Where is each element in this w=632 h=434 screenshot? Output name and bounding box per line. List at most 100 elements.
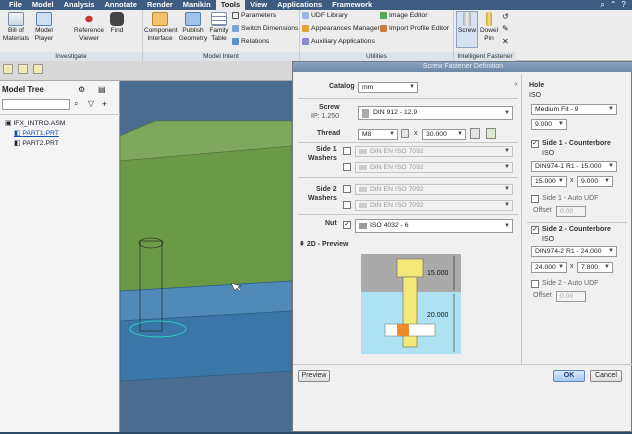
tree-tab-icon[interactable] bbox=[3, 64, 13, 74]
ribbon: Bill of Materials Model Player Reference… bbox=[0, 10, 632, 61]
cancel-button[interactable]: Cancel bbox=[590, 370, 622, 382]
side2-washer1-checkbox[interactable] bbox=[343, 185, 351, 193]
side1-depth-select[interactable]: 9.000 ▼ bbox=[577, 176, 613, 187]
side1-washer1-checkbox[interactable] bbox=[343, 147, 351, 155]
reference-viewer-button[interactable]: Reference Viewer bbox=[72, 12, 106, 42]
nut-checkbox[interactable]: ✓ bbox=[343, 221, 351, 229]
import-profile-editor-button[interactable]: Import Profile Editor bbox=[380, 25, 449, 32]
binoculars-search-icon[interactable]: ⌕ bbox=[74, 99, 78, 109]
screw-button[interactable]: Screw bbox=[456, 11, 478, 48]
preview-section-label[interactable]: ⇞ 2D - Preview bbox=[299, 240, 348, 248]
side1-offset-input[interactable]: 0.00 bbox=[556, 206, 586, 217]
model-tree-title: Model Tree bbox=[2, 85, 44, 94]
washer-icon bbox=[359, 187, 367, 192]
chevron-down-icon: ▼ bbox=[558, 264, 564, 270]
tab-framework[interactable]: Framework bbox=[327, 0, 377, 10]
thread-size-select[interactable]: M8 ▼ bbox=[358, 129, 398, 140]
side1-auto-udf-checkbox[interactable] bbox=[531, 195, 539, 203]
chevron-down-icon: ▼ bbox=[409, 84, 415, 90]
screw-type-icon bbox=[362, 109, 369, 118]
tab-view[interactable]: View bbox=[245, 0, 272, 10]
chevron-down-icon: ▼ bbox=[604, 264, 610, 270]
side1-times: x bbox=[570, 177, 574, 184]
catalog-select[interactable]: mm ▼ bbox=[358, 82, 418, 93]
minimize-ribbon-icon[interactable]: ⌃ bbox=[610, 0, 617, 10]
component-interface-button[interactable]: Component Interface bbox=[144, 12, 178, 42]
screw-select[interactable]: DIN 912 - 12.9 ▼ bbox=[358, 106, 513, 120]
search-icon[interactable]: ⌕ bbox=[600, 0, 604, 10]
edit-icon[interactable]: ✎ bbox=[502, 24, 509, 33]
chevron-down-icon: ▼ bbox=[504, 110, 510, 116]
side2-diameter-select[interactable]: 24.000 ▼ bbox=[531, 262, 567, 273]
delete-icon[interactable]: ✕ bbox=[502, 37, 509, 46]
relations-button[interactable]: Relations bbox=[232, 38, 269, 45]
folder-tab-icon[interactable] bbox=[17, 64, 28, 74]
side2-depth-select[interactable]: 7.800 ▼ bbox=[577, 262, 613, 273]
bill-of-materials-button[interactable]: Bill of Materials bbox=[2, 12, 30, 42]
redefine-icon[interactable]: ↺ bbox=[502, 12, 509, 21]
dim-20: 20.000 bbox=[427, 312, 449, 319]
side1-washer1-select[interactable]: DIN EN ISO 7092 ▼ bbox=[355, 146, 513, 157]
bom-icon bbox=[8, 12, 24, 26]
favorites-tab-icon[interactable] bbox=[32, 64, 43, 74]
appearances-manager-button[interactable]: Appearances Manager bbox=[302, 25, 380, 32]
ok-button[interactable]: OK bbox=[553, 370, 585, 382]
image-editor-icon bbox=[380, 12, 387, 19]
parameters-button[interactable]: Parameters bbox=[232, 12, 276, 19]
side1-counterbore-select[interactable]: DIN974-1 R1 - 15.000 ▼ bbox=[531, 161, 617, 172]
tab-analysis[interactable]: Analysis bbox=[59, 0, 100, 10]
find-button[interactable]: Find bbox=[107, 12, 127, 35]
family-table-button[interactable]: Family Table bbox=[209, 12, 229, 42]
washer-icon bbox=[359, 149, 367, 154]
help-icon[interactable]: ? bbox=[622, 0, 626, 10]
add-icon[interactable]: + bbox=[102, 99, 107, 109]
length-adjust-icon[interactable] bbox=[470, 128, 480, 139]
collapse-right-icon[interactable]: « bbox=[514, 81, 518, 88]
tab-manikin[interactable]: Manikin bbox=[178, 0, 216, 10]
dowel-pin-button[interactable]: Dowel Pin bbox=[479, 12, 499, 42]
side2-offset-input[interactable]: 0.00 bbox=[556, 291, 586, 302]
side2-auto-udf-checkbox[interactable] bbox=[531, 280, 539, 288]
side1-diameter-select[interactable]: 15.000 ▼ bbox=[531, 176, 567, 187]
filter-icon[interactable]: ▽ bbox=[88, 99, 94, 108]
side2-washer2-checkbox[interactable] bbox=[343, 201, 351, 209]
tab-render[interactable]: Render bbox=[142, 0, 178, 10]
tree-item-part2[interactable]: ◧ PART2.PRT bbox=[14, 139, 59, 147]
tree-settings-icon[interactable]: ⚙ bbox=[78, 85, 85, 94]
side2-washer1-select[interactable]: DIN EN ISO 7092 ▼ bbox=[355, 184, 513, 195]
image-editor-button[interactable]: Image Editor bbox=[380, 12, 428, 19]
side1-washer2-checkbox[interactable] bbox=[343, 163, 351, 171]
switch-dimensions-button[interactable]: Switch Dimensions bbox=[232, 25, 298, 32]
tree-item-part1[interactable]: ◧ PART1.PRT bbox=[14, 129, 59, 137]
udf-library-button[interactable]: UDF Library bbox=[302, 12, 348, 19]
side2-washer2-select[interactable]: DIN EN ISO 7092 ▼ bbox=[355, 200, 513, 211]
auxiliary-applications-button[interactable]: Auxiliary Applications bbox=[302, 38, 375, 45]
tab-applications[interactable]: Applications bbox=[272, 0, 327, 10]
graphics-viewport[interactable] bbox=[119, 81, 293, 432]
tab-model[interactable]: Model bbox=[27, 0, 59, 10]
side2-washers-label: Side 2 bbox=[316, 186, 337, 193]
publish-geometry-button[interactable]: Publish Geometry bbox=[178, 12, 208, 42]
side2-counterbore-checkbox[interactable]: ✓ bbox=[531, 226, 539, 234]
tab-tools[interactable]: Tools bbox=[215, 0, 246, 10]
tree-search-input[interactable] bbox=[2, 99, 70, 110]
side2-times: x bbox=[570, 263, 574, 270]
nut-select[interactable]: ISO 4032 - 6 ▼ bbox=[355, 219, 513, 233]
hole-diameter-select[interactable]: 9.000 ▼ bbox=[531, 119, 567, 130]
hole-fit-select[interactable]: Medium Fit - 9 ▼ bbox=[531, 104, 617, 115]
washer-icon bbox=[359, 165, 367, 170]
model-player-button[interactable]: Model Player bbox=[31, 12, 57, 42]
thread-option-icon[interactable] bbox=[401, 129, 409, 138]
side1-washer2-select[interactable]: DIN EN ISO 7092 ▼ bbox=[355, 162, 513, 173]
show-icon[interactable]: ▤ bbox=[98, 85, 106, 94]
tree-item-assembly[interactable]: ▣ IFX_INTRO.ASM bbox=[5, 119, 65, 127]
thread-length-select[interactable]: 30.000 ▼ bbox=[422, 129, 466, 140]
side2-counterbore-select[interactable]: DIN974-2 R1 - 24.000 ▼ bbox=[531, 246, 617, 257]
tab-file[interactable]: File bbox=[4, 0, 27, 10]
tab-annotate[interactable]: Annotate bbox=[99, 0, 142, 10]
screw-fastener-dialog: Screw Fastener Definition Catalog mm ▼ Sc… bbox=[292, 61, 632, 432]
side2-offset-label: Offset bbox=[533, 292, 552, 299]
preview-button[interactable]: Preview bbox=[298, 370, 330, 382]
side1-counterbore-checkbox[interactable]: ✓ bbox=[531, 140, 539, 148]
length-auto-icon[interactable] bbox=[486, 128, 496, 139]
